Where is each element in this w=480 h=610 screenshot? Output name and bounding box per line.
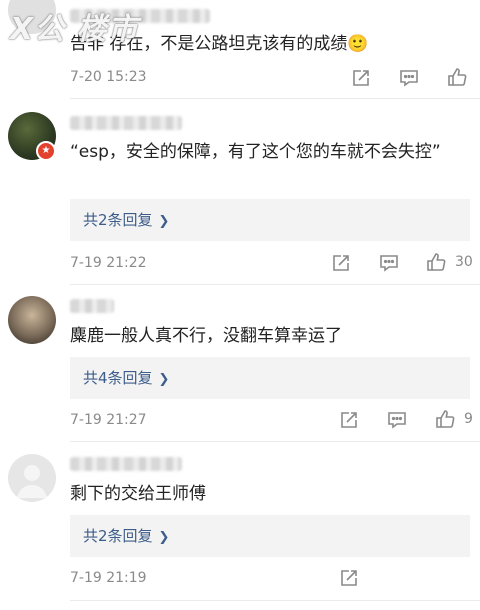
username-blurred[interactable]: [70, 299, 114, 313]
username-blurred[interactable]: [70, 116, 182, 130]
share-icon: [353, 70, 369, 86]
reply-thread-button[interactable]: 共2条回复 ❯: [70, 199, 470, 241]
comment-text: 麋鹿一般人真不行，没翻车算幸运了: [70, 326, 342, 346]
share-button[interactable]: [330, 252, 352, 274]
comment-text: 剩下的交给王师傅: [70, 484, 206, 504]
reply-count: 共2条回复: [83, 527, 153, 545]
comment-time: 7-19 21:19: [70, 570, 147, 586]
reply-count: 共4条回复: [83, 369, 153, 387]
username-blurred[interactable]: [70, 457, 182, 471]
avatar[interactable]: [8, 296, 56, 344]
divider: [70, 284, 480, 285]
comment-text: “esp，安全的保障，有了这个您的车就不会失控”: [70, 142, 441, 162]
watermark: X公 楼市: [10, 12, 139, 47]
comment-icon: [388, 412, 406, 429]
chevron-right-icon: ❯: [158, 372, 170, 387]
chevron-right-icon: ❯: [158, 214, 170, 229]
comment-button[interactable]: [386, 409, 408, 431]
like-icon: [448, 68, 467, 86]
like-count: 30: [455, 254, 473, 270]
share-button[interactable]: [338, 409, 360, 431]
like-icon: [427, 253, 446, 271]
comment-time: 7-19 21:27: [70, 412, 147, 428]
reply-count: 共2条回复: [83, 211, 153, 229]
verified-badge: ★: [36, 141, 56, 161]
share-icon: [341, 570, 357, 586]
chevron-right-icon: ❯: [158, 530, 170, 545]
like-button[interactable]: 30: [425, 251, 473, 273]
comment-icon: [400, 70, 418, 87]
avatar[interactable]: [8, 454, 56, 502]
like-button[interactable]: [446, 66, 468, 88]
comment-button[interactable]: [378, 252, 400, 274]
like-button[interactable]: 9: [434, 408, 473, 430]
reply-thread-button[interactable]: 共2条回复 ❯: [70, 515, 470, 557]
like-icon: [436, 410, 455, 428]
share-button[interactable]: [350, 67, 372, 89]
divider: [70, 600, 480, 601]
share-button[interactable]: [338, 567, 360, 589]
default-avatar-icon: [17, 465, 47, 498]
reply-thread-button[interactable]: 共4条回复 ❯: [70, 357, 470, 399]
share-icon: [333, 255, 349, 271]
divider: [70, 441, 480, 442]
comment-button[interactable]: [398, 67, 420, 89]
comment-time: 7-20 15:23: [70, 69, 147, 85]
comment-icon: [380, 255, 398, 272]
like-count: 9: [464, 411, 473, 427]
divider: [70, 98, 480, 99]
share-icon: [341, 412, 357, 428]
comment-time: 7-19 21:22: [70, 255, 147, 271]
